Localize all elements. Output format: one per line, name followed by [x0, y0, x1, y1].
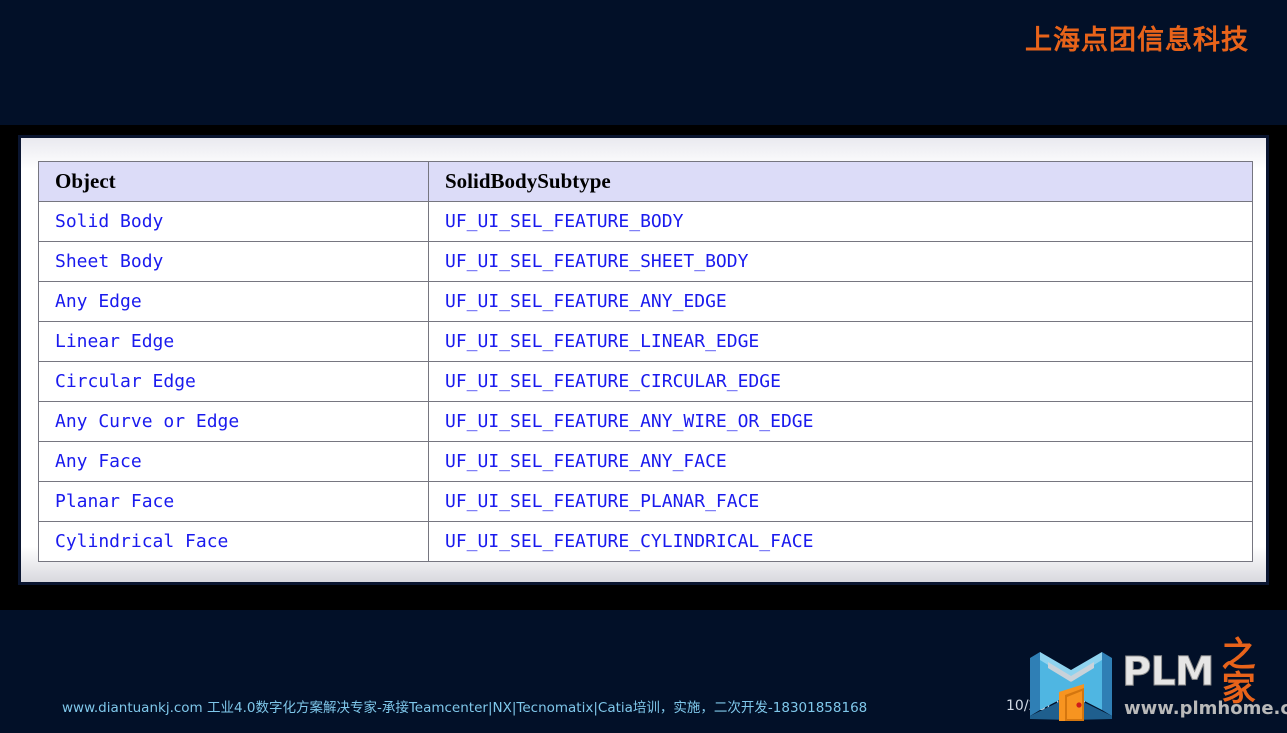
table-row: Solid Body UF_UI_SEL_FEATURE_BODY: [38, 201, 1253, 242]
cell-subtype: UF_UI_SEL_FEATURE_ANY_WIRE_OR_EDGE: [428, 401, 1253, 442]
column-header-object: Object: [38, 161, 429, 202]
cell-object: Cylindrical Face: [38, 521, 429, 562]
slide-header: 上海点团信息科技: [0, 0, 1287, 75]
cell-object: Any Edge: [38, 281, 429, 322]
cell-subtype: UF_UI_SEL_FEATURE_CYLINDRICAL_FACE: [428, 521, 1253, 562]
cell-subtype: UF_UI_SEL_FEATURE_CIRCULAR_EDGE: [428, 361, 1253, 402]
cell-subtype: UF_UI_SEL_FEATURE_PLANAR_FACE: [428, 481, 1253, 522]
table-body: Solid Body UF_UI_SEL_FEATURE_BODY Sheet Bo…: [38, 201, 1253, 562]
table-row: Circular Edge UF_UI_SEL_FEATURE_CIRCULAR_…: [38, 361, 1253, 402]
cell-subtype: UF_UI_SEL_FEATURE_ANY_EDGE: [428, 281, 1253, 322]
footer-note: www.diantuankj.com 工业4.0数字化方案解决专家-承接Team…: [62, 700, 868, 716]
cell-object: Any Face: [38, 441, 429, 482]
table-header-row: Object SolidBodySubtype: [38, 161, 1253, 202]
plm-book-mark-icon: [1026, 648, 1116, 722]
table-header: Object SolidBodySubtype: [38, 161, 1253, 202]
cell-object: Solid Body: [38, 201, 429, 242]
cell-object: Any Curve or Edge: [38, 401, 429, 442]
content-frame-outer: Object SolidBodySubtype Solid Body UF_UI_…: [0, 125, 1287, 610]
table-row: Sheet Body UF_UI_SEL_FEATURE_SHEET_BODY: [38, 241, 1253, 282]
cell-subtype: UF_UI_SEL_FEATURE_SHEET_BODY: [428, 241, 1253, 282]
cell-object: Circular Edge: [38, 361, 429, 402]
table-row: Cylindrical Face UF_UI_SEL_FEATURE_CYLIND…: [38, 521, 1253, 562]
cell-object: Linear Edge: [38, 321, 429, 362]
brand-title: 上海点团信息科技: [1025, 25, 1249, 56]
plm-suffix: 之家: [1221, 635, 1257, 709]
object-subtype-table: Object SolidBodySubtype Solid Body UF_UI_…: [38, 161, 1253, 562]
cell-subtype: UF_UI_SEL_FEATURE_LINEAR_EDGE: [428, 321, 1253, 362]
table-row: Planar Face UF_UI_SEL_FEATURE_PLANAR_FACE: [38, 481, 1253, 522]
plm-letters: PLM: [1122, 649, 1216, 695]
plm-logo[interactable]: PLM 之家 www.plmhome.com: [1026, 638, 1287, 726]
column-header-subtype: SolidBodySubtype: [428, 161, 1253, 202]
slide-footer: www.diantuankj.com 工业4.0数字化方案解决专家-承接Team…: [0, 610, 1287, 733]
cell-subtype: UF_UI_SEL_FEATURE_BODY: [428, 201, 1253, 242]
table-row: Any Curve or Edge UF_UI_SEL_FEATURE_ANY_W…: [38, 401, 1253, 442]
table-row: Any Edge UF_UI_SEL_FEATURE_ANY_EDGE: [38, 281, 1253, 322]
cell-object: Sheet Body: [38, 241, 429, 282]
table-row: Linear Edge UF_UI_SEL_FEATURE_LINEAR_EDGE: [38, 321, 1253, 362]
content-sheet: Object SolidBodySubtype Solid Body UF_UI_…: [21, 138, 1266, 582]
table-row: Any Face UF_UI_SEL_FEATURE_ANY_FACE: [38, 441, 1253, 482]
cell-subtype: UF_UI_SEL_FEATURE_ANY_FACE: [428, 441, 1253, 482]
plm-url: www.plmhome.com: [1124, 698, 1287, 719]
cell-object: Planar Face: [38, 481, 429, 522]
plm-wordmark: PLM 之家: [1122, 638, 1281, 706]
